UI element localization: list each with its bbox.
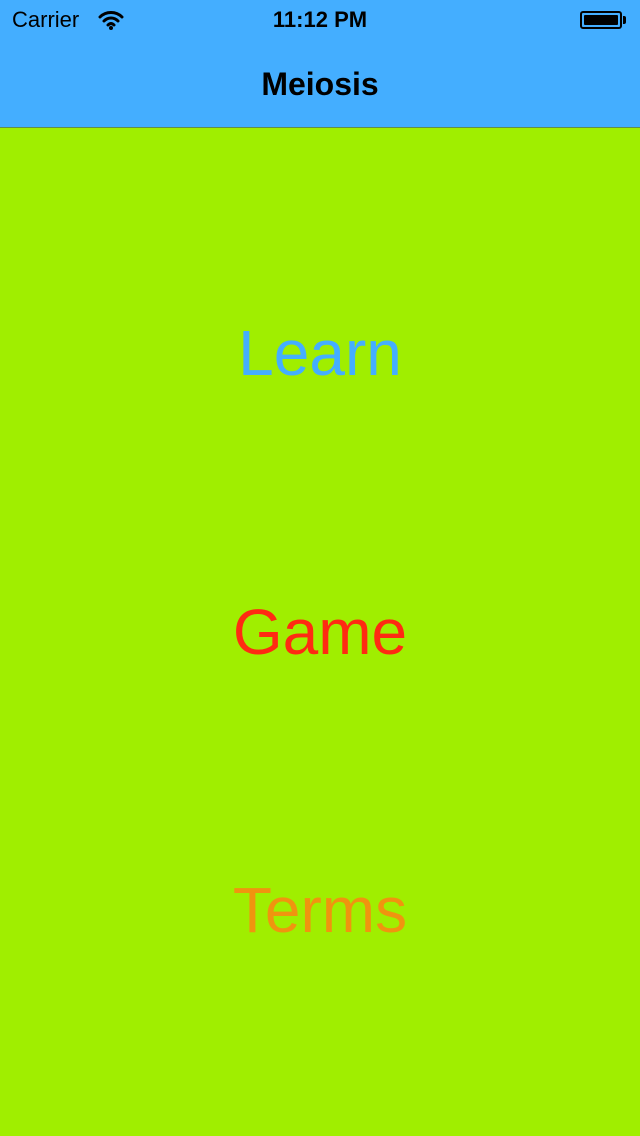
battery-body — [580, 11, 622, 29]
learn-button[interactable]: Learn — [170, 308, 470, 398]
battery-tip — [623, 16, 626, 24]
battery-icon — [580, 11, 628, 29]
page-title: Meiosis — [261, 66, 379, 102]
game-button[interactable]: Game — [170, 587, 470, 677]
main-screen: Carrier 11:12 PM Meiosis Learn Game Term… — [0, 0, 640, 1136]
terms-button[interactable]: Terms — [170, 865, 470, 955]
status-time: 11:12 PM — [272, 7, 368, 32]
battery-fill — [584, 15, 618, 25]
navigation-bar: Carrier 11:12 PM Meiosis — [0, 0, 640, 128]
status-bar: Carrier 11:12 PM — [0, 0, 640, 40]
